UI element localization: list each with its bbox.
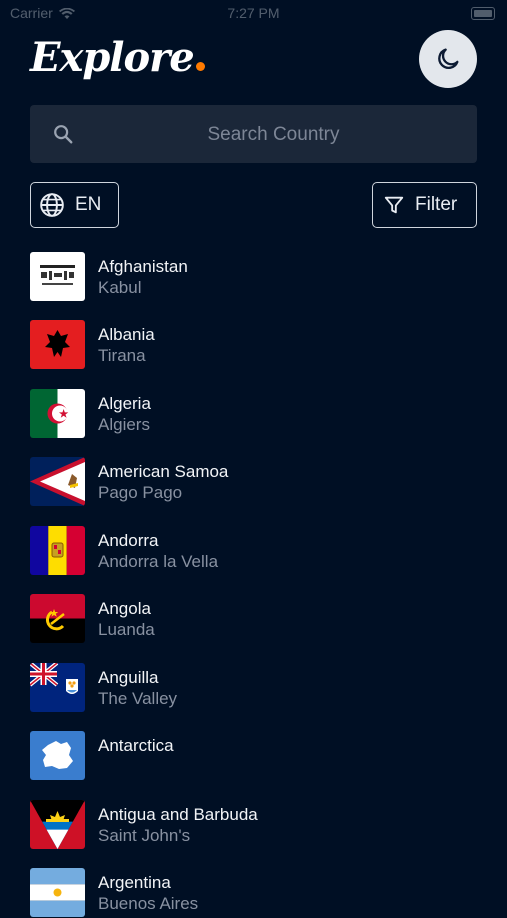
language-button[interactable]: EN — [30, 182, 119, 228]
country-name: Antarctica — [98, 736, 174, 755]
search-input[interactable] — [90, 105, 457, 165]
country-row[interactable]: Algeria Algiers — [30, 389, 480, 439]
country-capital: Saint John's — [98, 826, 191, 845]
country-capital: Luanda — [98, 620, 155, 639]
country-capital: Buenos Aires — [98, 894, 199, 913]
battery-icon — [471, 7, 495, 20]
argentina-flag — [30, 868, 85, 917]
logo-accent-dot — [195, 62, 205, 71]
country-row[interactable]: Argentina Buenos Aires — [30, 868, 480, 918]
country-name: Afghanistan — [98, 257, 188, 276]
filter-button[interactable]: Filter — [372, 182, 477, 228]
country-row[interactable]: Antigua and Barbuda Saint John's — [30, 800, 480, 850]
algeria-flag — [30, 389, 85, 438]
country-row[interactable]: Albania Tirana — [30, 320, 480, 370]
country-row[interactable]: Antarctica — [30, 731, 480, 781]
country-name: Argentina — [98, 873, 171, 892]
afghanistan-flag — [30, 252, 85, 301]
theme-toggle-button[interactable] — [419, 30, 477, 88]
country-row[interactable]: Angola Luanda — [30, 594, 480, 644]
antigua-and-barbuda-flag — [30, 800, 85, 849]
country-row[interactable]: Afghanistan Kabul — [30, 252, 480, 302]
filter-label: Filter — [415, 194, 458, 215]
search-icon — [54, 125, 73, 144]
filter-icon — [384, 196, 404, 214]
country-capital: Tirana — [98, 346, 146, 365]
country-row[interactable]: Andorra Andorra la Vella — [30, 526, 480, 576]
country-row[interactable]: American Samoa Pago Pago — [30, 457, 480, 507]
globe-icon — [40, 193, 64, 217]
country-name: Anguilla — [98, 668, 159, 687]
status-bar: Carrier 7:27 PM — [0, 0, 507, 28]
country-name: Algeria — [98, 394, 151, 413]
language-label: EN — [75, 194, 102, 215]
angola-flag — [30, 594, 85, 643]
search-bar — [30, 105, 477, 165]
country-name: Angola — [98, 599, 151, 618]
country-capital: The Valley — [98, 689, 178, 708]
country-name: Andorra — [98, 531, 159, 550]
app-logo: Explore — [30, 34, 205, 81]
andorra-flag — [30, 526, 85, 575]
moon-icon — [438, 48, 459, 69]
country-name: Antigua and Barbuda — [98, 805, 258, 824]
albania-flag — [30, 320, 85, 369]
american-samoa-flag — [30, 457, 85, 506]
country-capital: Pago Pago — [98, 483, 183, 502]
clock: 7:27 PM — [227, 5, 280, 21]
country-capital: Kabul — [98, 278, 142, 297]
country-capital: Algiers — [98, 415, 150, 434]
antarctica-flag — [30, 731, 85, 780]
country-name: Albania — [98, 325, 155, 344]
country-name: American Samoa — [98, 462, 229, 481]
anguilla-flag — [30, 663, 85, 712]
country-capital: Andorra la Vella — [98, 552, 219, 571]
country-row[interactable]: Anguilla The Valley — [30, 663, 480, 713]
